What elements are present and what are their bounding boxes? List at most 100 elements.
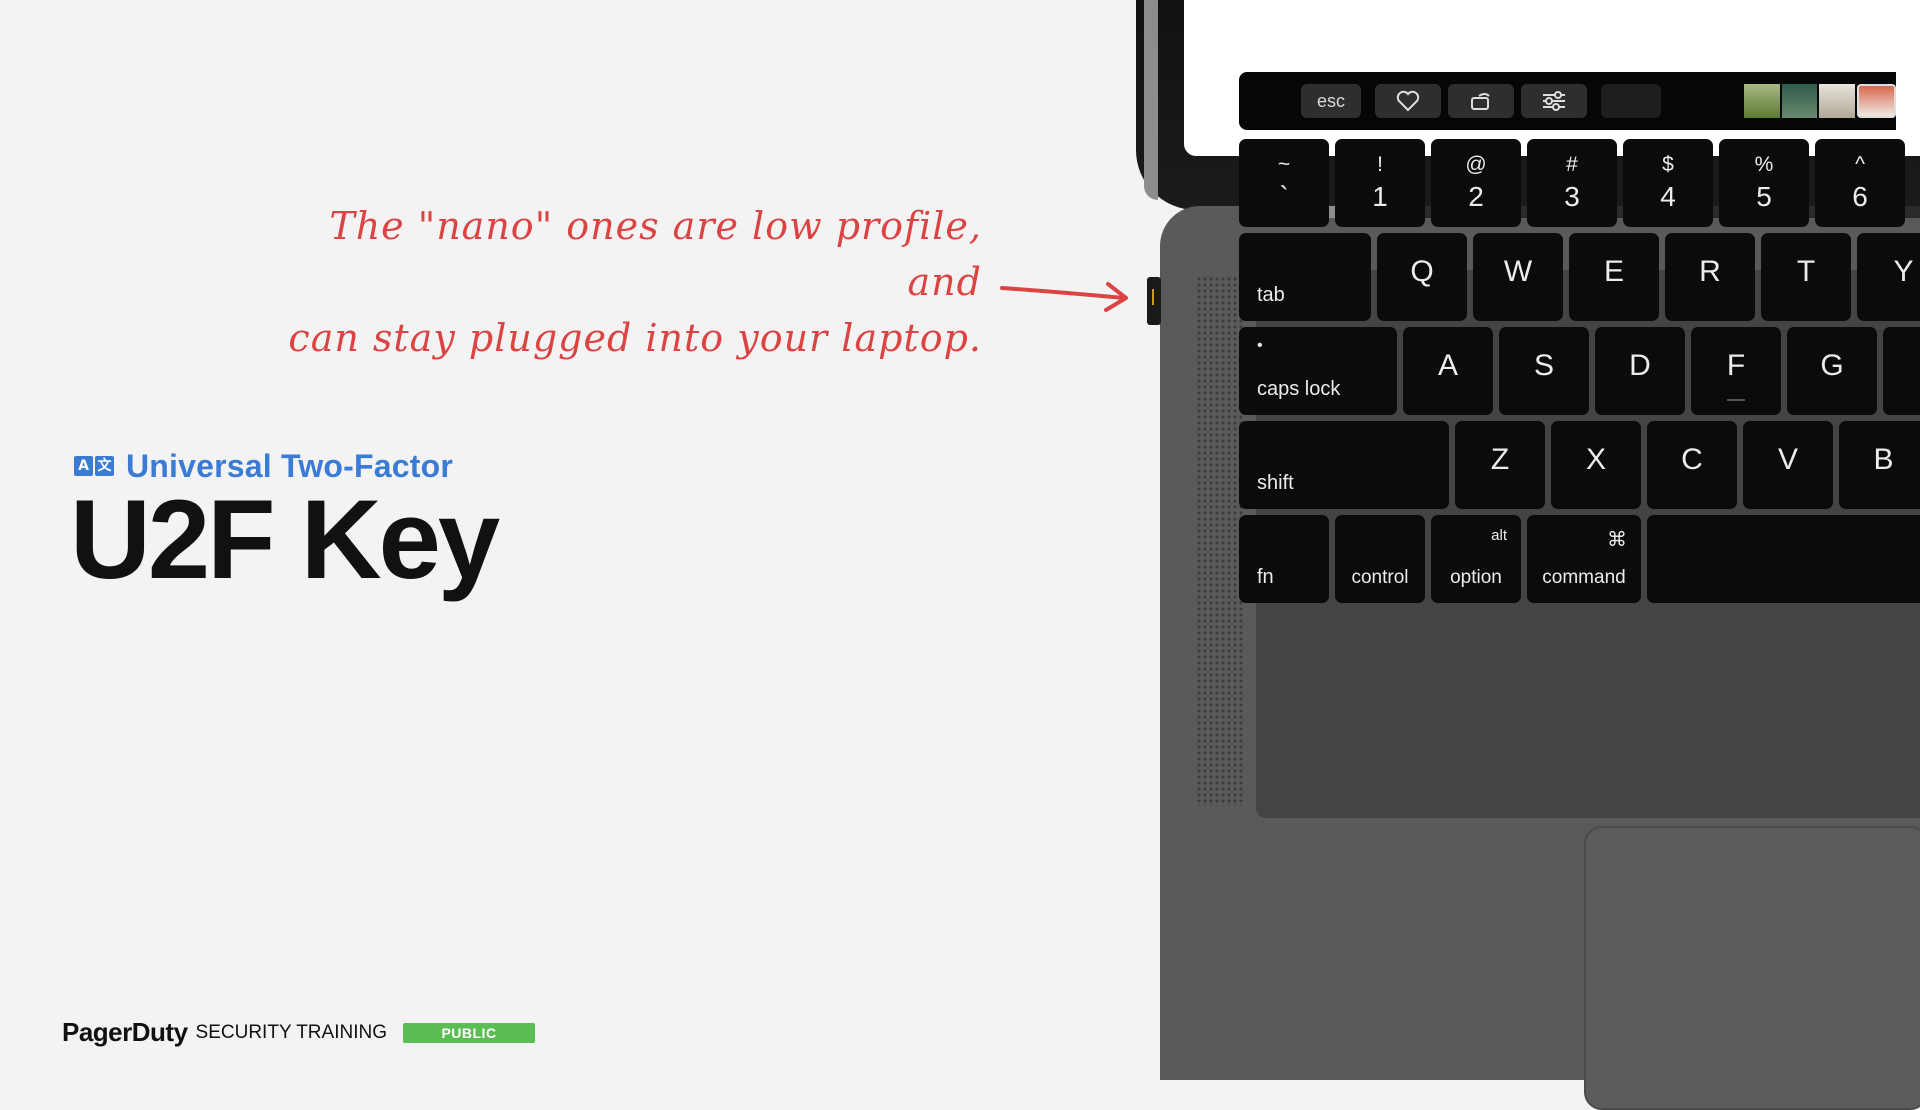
touchbar-blank-slot [1601, 84, 1661, 118]
key-5: % 5 [1719, 139, 1809, 227]
footer-label: SECURITY TRAINING [195, 1021, 387, 1043]
key-label: D [1629, 349, 1651, 382]
key-4: $ 4 [1623, 139, 1713, 227]
key-caps-lock: • caps lock [1239, 327, 1397, 415]
key-label-bottom: 5 [1756, 181, 1772, 212]
translate-icon-glyph-a: A [74, 456, 93, 476]
home-key-bump [1727, 399, 1745, 401]
key-label: Z [1490, 443, 1510, 476]
key-z: Z [1455, 421, 1545, 509]
photo-thumb-selected [1856, 84, 1896, 118]
key-label: S [1533, 349, 1554, 382]
translate-icon-glyph-b: 文 [95, 456, 114, 476]
key-label: R [1699, 255, 1721, 288]
adjust-sliders-icon [1521, 84, 1587, 118]
key-label-top: # [1566, 153, 1578, 176]
annotation-arrow-icon [1000, 282, 1128, 312]
key-label: V [1777, 443, 1798, 476]
key-label-bottom: 2 [1468, 181, 1484, 212]
key-tab: tab [1239, 233, 1371, 321]
key-s: S [1499, 327, 1589, 415]
key-a: A [1403, 327, 1493, 415]
key-3: # 3 [1527, 139, 1617, 227]
key-label: C [1681, 443, 1703, 476]
key-shift: shift [1239, 421, 1449, 509]
key-label-bottom: ` [1279, 181, 1289, 212]
key-w: W [1473, 233, 1563, 321]
key-label-top: ~ [1277, 153, 1291, 176]
key-label: F [1726, 349, 1746, 382]
touchbar-esc-label: esc [1316, 90, 1345, 111]
key-label: fn [1257, 566, 1274, 588]
key-label-bottom: 6 [1852, 181, 1868, 212]
key-label: caps lock [1257, 378, 1341, 400]
slide-title: U2F Key [70, 477, 500, 602]
key-label-bottom: 1 [1372, 181, 1388, 212]
key-label: G [1820, 349, 1844, 382]
key-c: C [1647, 421, 1737, 509]
key-r: R [1665, 233, 1755, 321]
key-6: ^ 6 [1815, 139, 1905, 227]
key-space [1647, 515, 1920, 603]
key-d: D [1595, 327, 1685, 415]
lid-rim [1144, 0, 1158, 200]
key-q: Q [1377, 233, 1467, 321]
rotate-icon [1448, 84, 1514, 118]
key-label: control [1351, 567, 1409, 588]
key-label: tab [1257, 284, 1285, 306]
handwritten-annotation: The "nano" ones are low profile, and can… [282, 198, 982, 366]
key-label: T [1796, 255, 1816, 288]
photo-thumb [1781, 84, 1817, 118]
key-label: option [1450, 567, 1502, 588]
key-label: B [1873, 443, 1894, 476]
trackpad [1584, 826, 1920, 1110]
key-g: G [1787, 327, 1877, 415]
key-v: V [1743, 421, 1833, 509]
photo-thumb [1744, 84, 1780, 118]
key-label-bottom: 4 [1660, 181, 1676, 212]
key-label-top: @ [1465, 153, 1487, 176]
key-b: B [1839, 421, 1920, 509]
key-option: alt option [1431, 515, 1521, 603]
photo-strip [1744, 84, 1896, 118]
key-label: command [1542, 567, 1626, 588]
key-f: F [1691, 327, 1781, 415]
key-label: W [1503, 255, 1533, 288]
key-label: Y [1893, 255, 1914, 288]
key-label: shift [1257, 472, 1294, 494]
key-label-top: % [1754, 153, 1774, 176]
key-label: Q [1410, 255, 1434, 288]
footer: PagerDuty SECURITY TRAINING PUBLIC [62, 1017, 535, 1048]
translate-icon: A 文 [74, 456, 114, 476]
key-1: ! 1 [1335, 139, 1425, 227]
photo-thumb [1819, 84, 1855, 118]
touchbar-esc-button: esc [1301, 84, 1361, 118]
key-label-top: ^ [1855, 153, 1865, 176]
key-label-alt: alt [1491, 527, 1507, 544]
key-label: E [1603, 255, 1624, 288]
key-y: Y [1857, 233, 1920, 321]
key-label-bottom: 3 [1564, 181, 1580, 212]
caps-lock-indicator: • [1257, 337, 1263, 354]
key-2: @ 2 [1431, 139, 1521, 227]
laptop-image: esc ~ ` ! 1 @ 2 # 3 $ 4 % 5 ^ 6 tab Q W … [1136, 0, 1920, 1110]
brand-logo: PagerDuty [62, 1017, 188, 1047]
key-label: X [1585, 443, 1606, 476]
key-label-top: ! [1377, 153, 1383, 176]
annotation-line-2: can stay plugged into your laptop. [288, 316, 982, 360]
heart-icon [1375, 84, 1441, 118]
usb-c-port-with-u2f-key [1147, 277, 1161, 325]
key-tilde: ~ ` [1239, 139, 1329, 227]
command-icon: ⌘ [1607, 529, 1627, 551]
key-fn: fn [1239, 515, 1329, 603]
key-label-top: $ [1662, 153, 1674, 176]
touch-bar: esc [1239, 72, 1896, 130]
key-command: ⌘ command [1527, 515, 1641, 603]
key-h-partial [1883, 327, 1920, 415]
annotation-line-1: The "nano" ones are low profile, and [329, 204, 982, 304]
key-label: A [1437, 349, 1458, 382]
key-t: T [1761, 233, 1851, 321]
key-control: control [1335, 515, 1425, 603]
key-x: X [1551, 421, 1641, 509]
classification-badge: PUBLIC [403, 1022, 535, 1043]
